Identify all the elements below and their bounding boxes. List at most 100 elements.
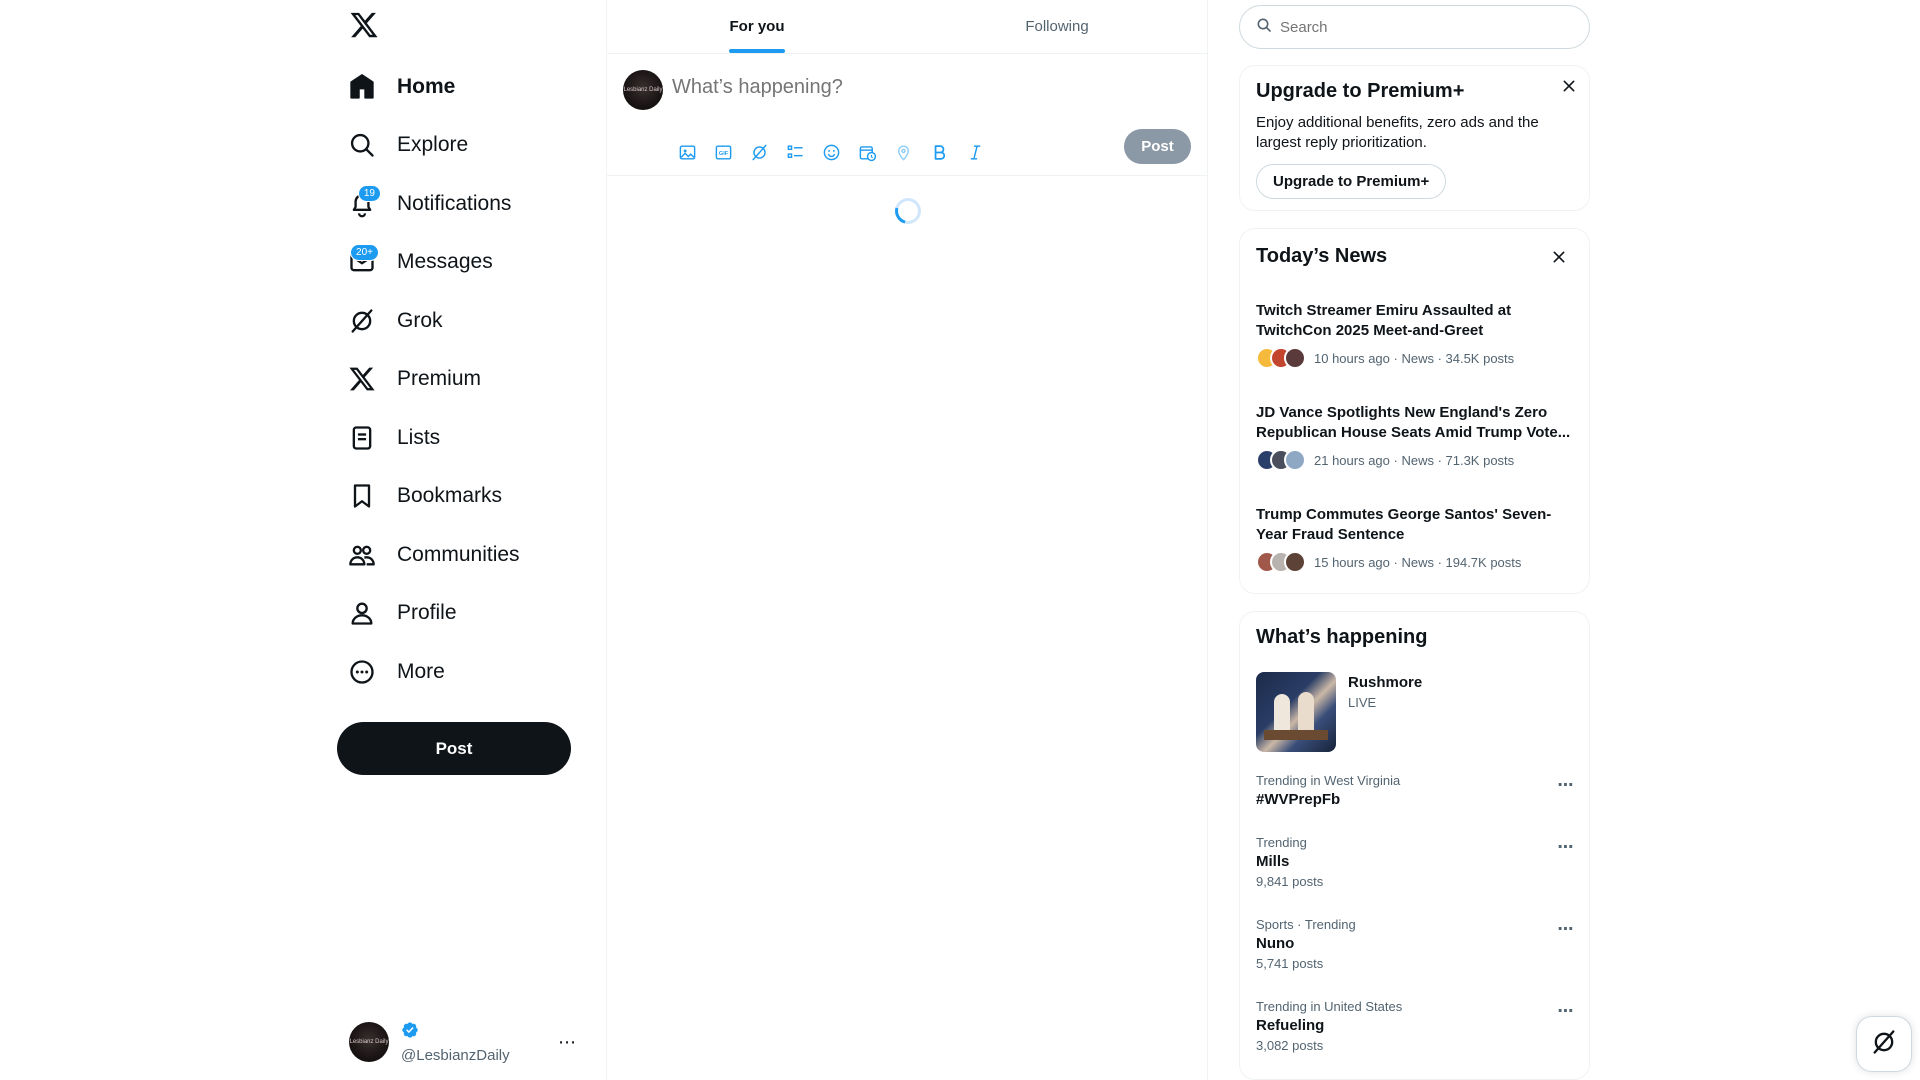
nav-bookmarks[interactable]: Bookmarks xyxy=(337,470,502,522)
emoji-icon[interactable] xyxy=(813,134,849,170)
bold-icon[interactable] xyxy=(921,134,957,170)
nav-messages-label: Messages xyxy=(397,250,493,273)
news-meta: 21 hours ago · News · 71.3K posts xyxy=(1314,452,1515,468)
grok-icon xyxy=(347,306,377,336)
more-horizontal-icon[interactable]: ⋯ xyxy=(1556,1001,1576,1021)
avatar-stack xyxy=(1256,347,1306,369)
post-button[interactable]: Post xyxy=(337,722,571,775)
trend-context: Trending in West Virginia xyxy=(1256,773,1401,788)
more-horizontal-icon[interactable]: ⋯ xyxy=(1556,775,1576,795)
search-icon xyxy=(347,130,377,160)
nav-profile[interactable]: Profile xyxy=(337,587,457,639)
upgrade-premium-button[interactable]: Upgrade to Premium+ xyxy=(1256,164,1447,199)
nav-communities-label: Communities xyxy=(397,543,520,566)
grok-chat-button[interactable] xyxy=(1856,1016,1912,1072)
tab-for-you[interactable]: For you xyxy=(607,0,907,53)
nav-lists[interactable]: Lists xyxy=(337,412,440,464)
close-icon[interactable] xyxy=(1559,76,1579,96)
communities-icon xyxy=(347,540,377,570)
avatar[interactable]: Lesbianz Daily xyxy=(623,70,663,110)
right-sidebar: Upgrade to Premium+ Enjoy additional ben… xyxy=(1239,0,1590,1080)
more-horizontal-icon[interactable]: ⋯ xyxy=(1556,919,1576,939)
location-icon[interactable] xyxy=(885,134,921,170)
account-switcher[interactable]: Lesbianz Daily @LesbianzDaily ⋯ xyxy=(349,1018,589,1066)
nav-premium[interactable]: Premium xyxy=(337,353,481,405)
search-input[interactable] xyxy=(1280,18,1560,36)
italic-icon[interactable] xyxy=(957,134,993,170)
avatar-stack xyxy=(1256,551,1306,573)
nav-profile-label: Profile xyxy=(397,601,457,624)
avatar-text: Lesbianz Daily xyxy=(349,1038,389,1045)
trend-item[interactable]: Trending Mills 9,841 posts ⋯ xyxy=(1256,835,1576,889)
grok-icon[interactable] xyxy=(741,134,777,170)
post-composer: Lesbianz Daily GIF Post xyxy=(607,54,1207,176)
trend-context: Sports · Trending xyxy=(1256,917,1356,932)
nav-communities[interactable]: Communities xyxy=(337,529,520,581)
poll-icon[interactable] xyxy=(777,134,813,170)
nav-more-label: More xyxy=(397,660,445,683)
nav-explore[interactable]: Explore xyxy=(337,119,468,171)
timeline-tabs: For you Following xyxy=(607,0,1207,54)
compose-input[interactable] xyxy=(672,76,1172,99)
svg-text:GIF: GIF xyxy=(718,150,728,156)
grok-icon xyxy=(1870,1028,1898,1061)
premium-description: Enjoy additional benefits, zero ads and … xyxy=(1256,114,1539,151)
schedule-icon[interactable] xyxy=(849,134,885,170)
news-headline: JD Vance Spotlights New England's Zero R… xyxy=(1256,404,1571,441)
news-headline: Twitch Streamer Emiru Assaulted at Twitc… xyxy=(1256,302,1512,339)
nav-messages[interactable]: 20+ Messages xyxy=(337,236,493,288)
whats-happening-card: What’s happening Rushmore LIVE Trending … xyxy=(1239,611,1590,1080)
main-timeline: For you Following Lesbianz Daily GIF Pos… xyxy=(607,0,1207,1080)
tab-following-label: Following xyxy=(1025,18,1089,35)
trend-item[interactable]: Trending in United States Refueling 3,08… xyxy=(1256,999,1576,1053)
avatar: Lesbianz Daily xyxy=(349,1022,389,1062)
nav-bookmarks-label: Bookmarks xyxy=(397,484,503,507)
left-sidebar: Home Explore 19 Notifications 20+ Messag… xyxy=(337,0,605,1080)
person-icon xyxy=(347,598,377,628)
news-item[interactable]: Trump Commutes George Santos' Seven-Year… xyxy=(1256,505,1576,573)
search-icon xyxy=(1256,17,1272,38)
notifications-badge: 19 xyxy=(357,185,381,202)
nav-notifications-label: Notifications xyxy=(397,192,512,215)
x-premium-icon xyxy=(347,364,377,394)
gif-icon[interactable]: GIF xyxy=(705,134,741,170)
news-meta: 10 hours ago · News · 34.5K posts xyxy=(1314,350,1515,366)
avatar-stack xyxy=(1256,449,1306,471)
news-item[interactable]: JD Vance Spotlights New England's Zero R… xyxy=(1256,403,1576,471)
news-headline: Trump Commutes George Santos' Seven-Year… xyxy=(1256,506,1552,543)
close-icon[interactable] xyxy=(1549,247,1569,267)
bell-icon: 19 xyxy=(347,185,381,219)
happening-title: What’s happening xyxy=(1256,626,1428,648)
more-horizontal-icon[interactable]: ⋯ xyxy=(558,1032,577,1053)
trend-item[interactable]: Trending in West Virginia #WVPrepFb ⋯ xyxy=(1256,773,1576,808)
image-icon[interactable] xyxy=(669,134,705,170)
x-logo-icon[interactable] xyxy=(349,10,379,40)
trend-context: Trending in United States xyxy=(1256,999,1403,1014)
trend-name: Mills xyxy=(1256,853,1290,870)
nav-more[interactable]: More xyxy=(337,646,445,698)
composer-toolbar: GIF xyxy=(669,134,993,170)
active-tab-indicator xyxy=(729,49,785,53)
tab-following[interactable]: Following xyxy=(907,0,1207,53)
composer-post-button[interactable]: Post xyxy=(1124,129,1191,164)
account-handle: @LesbianzDaily xyxy=(401,1046,510,1064)
search-box[interactable] xyxy=(1239,5,1590,49)
tab-for-you-label: For you xyxy=(729,18,785,35)
news-meta: 15 hours ago · News · 194.7K posts xyxy=(1314,554,1522,570)
news-item[interactable]: Twitch Streamer Emiru Assaulted at Twitc… xyxy=(1256,301,1576,369)
trend-item[interactable]: Sports · Trending Nuno 5,741 posts ⋯ xyxy=(1256,917,1576,971)
premium-title: Upgrade to Premium+ xyxy=(1256,80,1465,102)
trend-name: Refueling xyxy=(1256,1017,1325,1034)
messages-badge: 20+ xyxy=(350,244,379,261)
todays-news-card: Today’s News Twitch Streamer Emiru Assau… xyxy=(1239,228,1590,594)
trend-count: 3,082 posts xyxy=(1256,1038,1324,1053)
more-horizontal-icon[interactable]: ⋯ xyxy=(1556,837,1576,857)
nav-home[interactable]: Home xyxy=(337,61,455,113)
live-event[interactable]: Rushmore LIVE xyxy=(1256,672,1422,752)
nav-notifications[interactable]: 19 Notifications xyxy=(337,178,511,230)
envelope-icon: 20+ xyxy=(347,244,379,277)
trend-count: 9,841 posts xyxy=(1256,874,1324,889)
home-icon xyxy=(347,72,377,102)
list-icon xyxy=(347,423,377,453)
nav-grok[interactable]: Grok xyxy=(337,295,443,347)
